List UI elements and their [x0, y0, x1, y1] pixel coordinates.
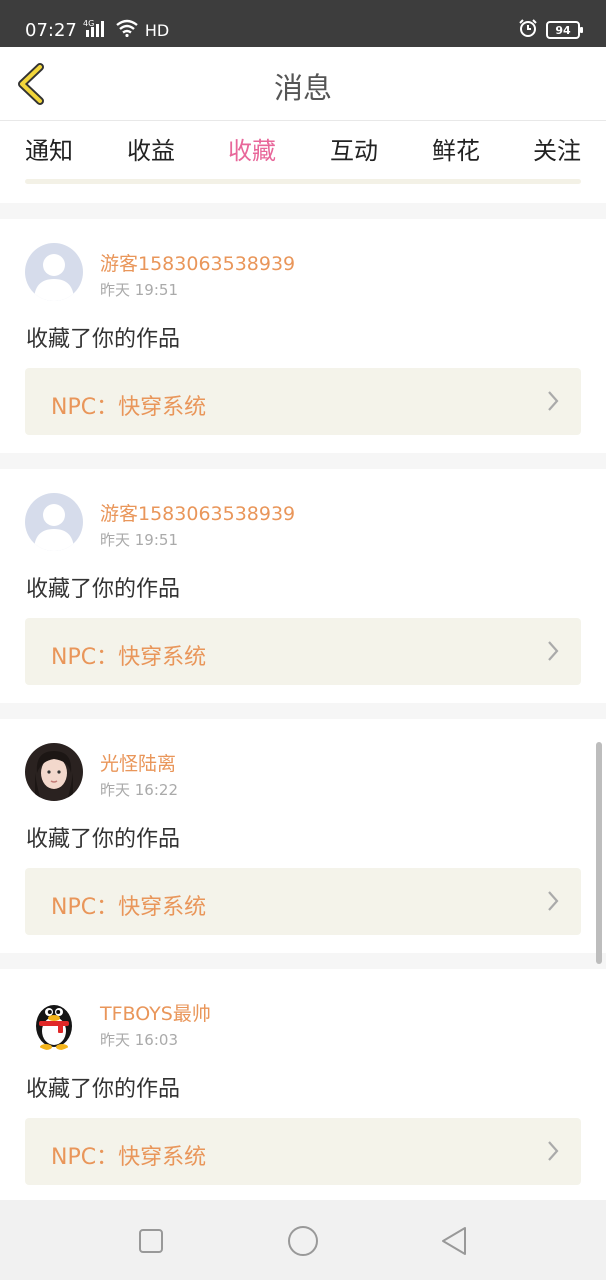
battery-icon: 94	[546, 21, 583, 39]
svg-text:4G: 4G	[83, 19, 94, 28]
tab-interactions[interactable]: 互动	[314, 131, 394, 166]
message-card: 游客1583063538939 昨天 19:51 收藏了你的作品 NPC：快穿系…	[0, 469, 606, 703]
system-nav-bar	[0, 1200, 606, 1280]
tab-label: 互动	[330, 137, 378, 165]
username[interactable]: 游客1583063538939	[100, 499, 295, 526]
tab-label: 关注	[533, 137, 581, 165]
triangle-back-icon	[442, 1227, 466, 1255]
status-right: 94	[518, 18, 583, 42]
work-title: NPC：快穿系统	[51, 395, 207, 420]
avatar[interactable]	[25, 493, 83, 551]
avatar[interactable]	[25, 243, 83, 301]
status-bar: 07:27 4G HD 94	[0, 0, 606, 47]
tab-notifications[interactable]: 通知	[9, 131, 89, 166]
timestamp: 昨天 19:51	[100, 531, 178, 549]
status-time: 07:27	[25, 20, 77, 41]
tab-follows[interactable]: 关注	[517, 131, 597, 166]
alarm-icon	[518, 18, 538, 42]
chevron-right-icon	[548, 641, 559, 661]
avatar[interactable]	[25, 743, 83, 801]
tab-favorites[interactable]: 收藏	[212, 131, 292, 183]
header: 消息	[0, 47, 606, 121]
username[interactable]: 光怪陆离	[100, 749, 176, 776]
action-text: 收藏了你的作品	[26, 577, 181, 602]
timestamp: 昨天 16:22	[100, 781, 178, 799]
username[interactable]: TFBOYS最帅	[100, 999, 211, 1026]
tab-label: 鲜花	[432, 137, 480, 165]
work-title: NPC：快穿系统	[51, 895, 207, 920]
signal-icon: 4G	[83, 19, 109, 42]
photo-avatar-icon	[25, 743, 83, 801]
tab-earnings[interactable]: 收益	[111, 131, 191, 166]
wifi-icon	[115, 19, 139, 42]
action-text: 收藏了你的作品	[26, 327, 181, 352]
tab-flowers[interactable]: 鲜花	[416, 131, 496, 166]
penguin-avatar-icon	[25, 993, 83, 1051]
message-card: TFBOYS最帅 昨天 16:03 收藏了你的作品 NPC：快穿系统	[0, 969, 606, 1203]
work-link[interactable]: NPC：快穿系统	[25, 618, 581, 685]
chevron-right-icon	[548, 891, 559, 911]
work-link[interactable]: NPC：快穿系统	[25, 868, 581, 935]
timestamp: 昨天 16:03	[100, 1031, 178, 1049]
page-title: 消息	[273, 71, 332, 105]
work-link[interactable]: NPC：快穿系统	[25, 1118, 581, 1185]
work-title: NPC：快穿系统	[51, 1145, 207, 1170]
message-card: 光怪陆离 昨天 16:22 收藏了你的作品 NPC：快穿系统	[0, 719, 606, 953]
avatar[interactable]	[25, 993, 83, 1051]
chevron-right-icon	[548, 1141, 559, 1161]
circle-icon	[288, 1226, 318, 1256]
timestamp: 昨天 19:51	[100, 281, 178, 299]
square-icon	[139, 1229, 163, 1253]
scrollbar[interactable]	[596, 742, 602, 964]
recent-apps-button[interactable]	[131, 1222, 171, 1262]
home-button[interactable]	[283, 1222, 323, 1262]
tab-label: 收藏	[228, 137, 276, 165]
username[interactable]: 游客1583063538939	[100, 249, 295, 276]
action-text: 收藏了你的作品	[26, 827, 181, 852]
chevron-right-icon	[548, 391, 559, 411]
back-nav-button[interactable]	[434, 1222, 474, 1262]
battery-level: 94	[555, 23, 571, 37]
hd-label: HD	[144, 21, 170, 40]
default-avatar-icon	[25, 243, 83, 301]
action-text: 收藏了你的作品	[26, 1077, 181, 1102]
message-card: 游客1583063538939 昨天 19:51 收藏了你的作品 NPC：快穿系…	[0, 219, 606, 453]
work-title: NPC：快穿系统	[51, 645, 207, 670]
work-link[interactable]: NPC：快穿系统	[25, 368, 581, 435]
tab-label: 通知	[25, 137, 73, 165]
tab-bar: 通知 收益 收藏 互动 鲜花 关注	[0, 121, 606, 203]
tab-label: 收益	[127, 137, 175, 165]
tabs-divider	[25, 179, 581, 184]
status-left: 07:27 4G HD	[25, 19, 169, 42]
default-avatar-icon	[25, 493, 83, 551]
